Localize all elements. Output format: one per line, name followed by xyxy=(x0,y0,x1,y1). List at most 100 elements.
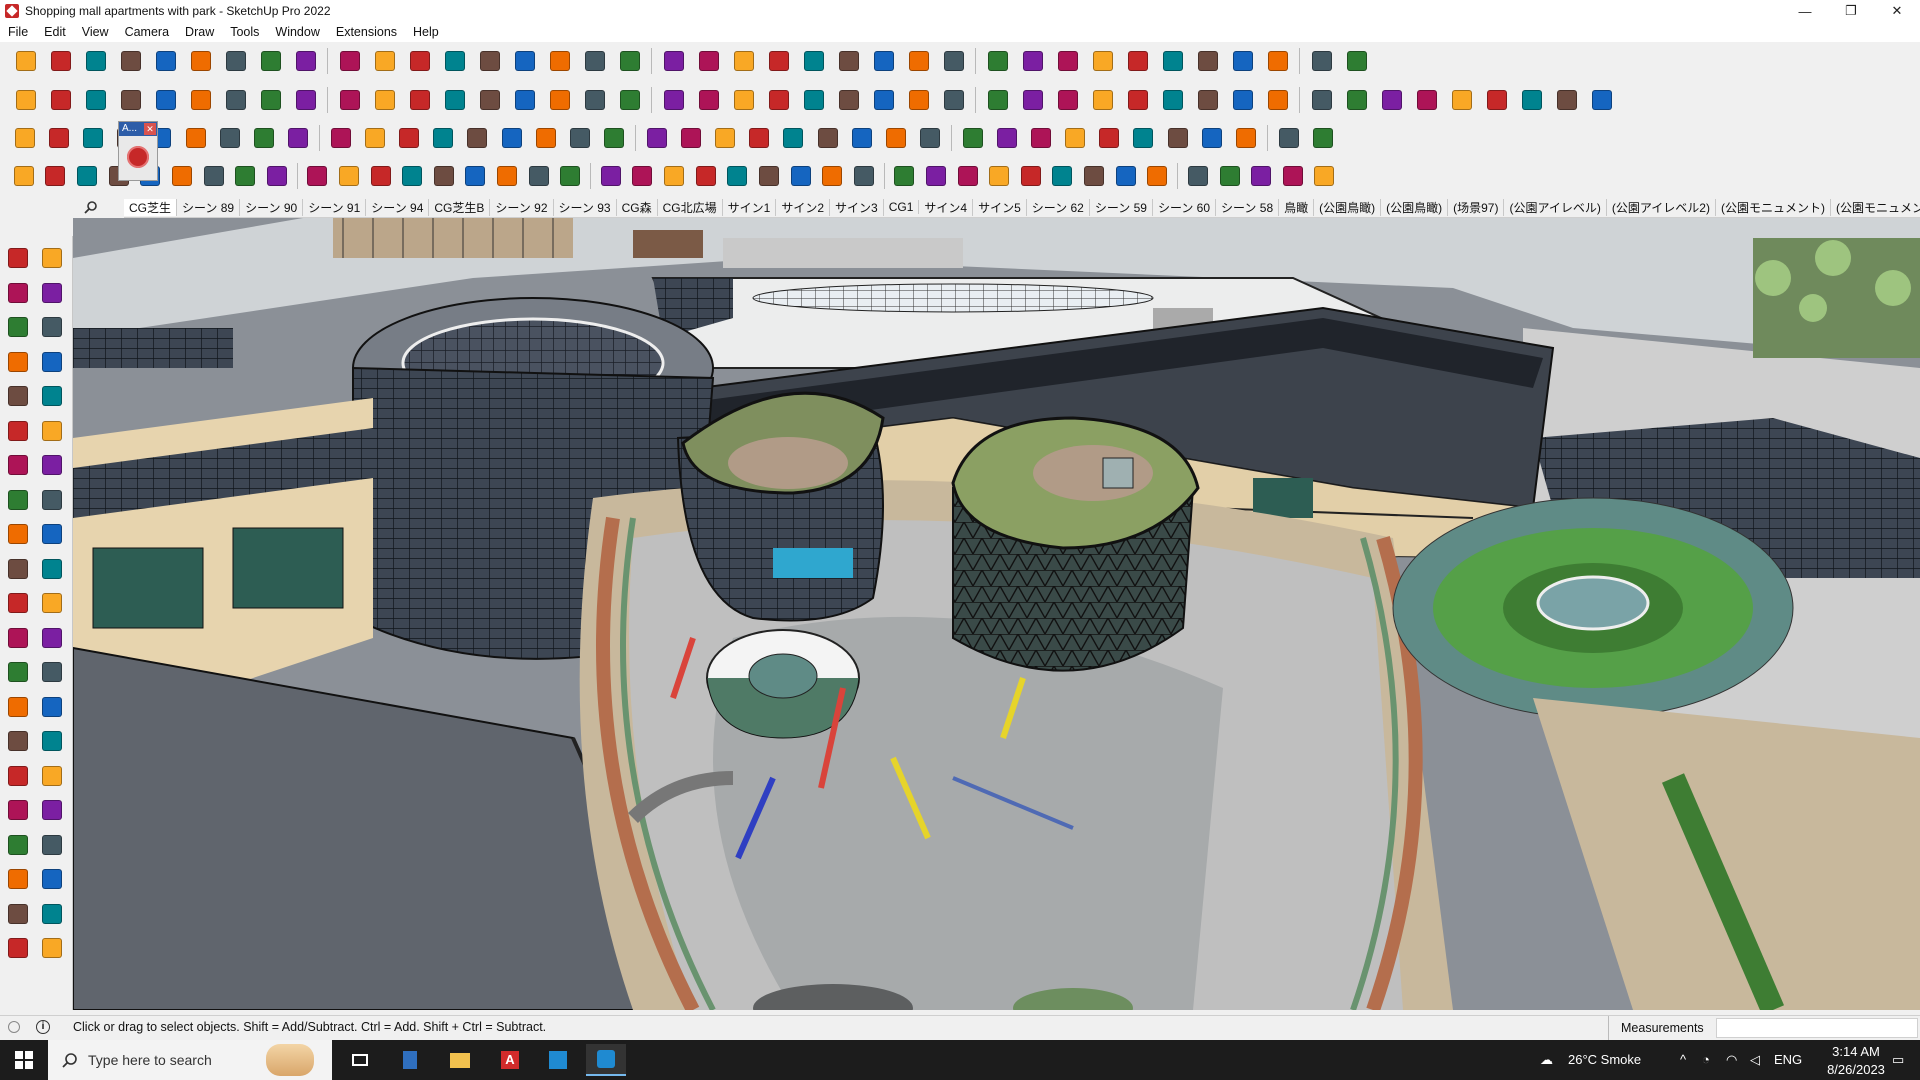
offset-icon[interactable] xyxy=(38,589,66,617)
brick2-icon[interactable] xyxy=(1411,84,1443,116)
start-button[interactable] xyxy=(0,1040,48,1080)
scene-tab[interactable]: サイン4 xyxy=(919,198,974,216)
circle-icon[interactable] xyxy=(4,417,32,445)
scene-tab[interactable]: シーン 91 xyxy=(303,198,367,216)
curve3-icon[interactable] xyxy=(493,160,522,192)
push-pull-icon[interactable] xyxy=(38,520,66,548)
spline-icon[interactable] xyxy=(41,160,70,192)
scene-tab[interactable]: シーン 90 xyxy=(240,198,304,216)
close-x-icon[interactable] xyxy=(1230,122,1261,154)
line2-icon[interactable] xyxy=(430,160,459,192)
paint-bucket-icon[interactable] xyxy=(614,45,646,77)
rectangle-icon[interactable] xyxy=(290,45,322,77)
grid-icon[interactable] xyxy=(282,122,313,154)
menu-help[interactable]: Help xyxy=(405,25,447,39)
arc-dropdown-icon[interactable] xyxy=(255,45,287,77)
leaf-icon[interactable] xyxy=(691,160,720,192)
shell-icon[interactable] xyxy=(231,160,260,192)
stair3-icon[interactable] xyxy=(786,160,815,192)
wifi-icon[interactable]: ◠ xyxy=(1726,1052,1737,1068)
ring-icon[interactable] xyxy=(676,122,707,154)
look-around-icon[interactable] xyxy=(38,831,66,859)
scene-tab[interactable]: CG芝生 xyxy=(124,198,178,216)
house3-icon[interactable] xyxy=(693,84,725,116)
volume-icon[interactable]: ◁ xyxy=(1750,1052,1760,1068)
hand2-icon[interactable] xyxy=(660,160,689,192)
panel-icon[interactable] xyxy=(325,122,356,154)
floating-panel-header[interactable]: A... ✕ xyxy=(119,122,157,136)
eraser-pink-icon[interactable] xyxy=(1341,84,1373,116)
sort-up-icon[interactable] xyxy=(1157,45,1189,77)
select-icon[interactable] xyxy=(4,244,32,272)
show-hidden-icons-icon[interactable]: ^ xyxy=(1680,1052,1686,1067)
minimize-button[interactable]: — xyxy=(1782,0,1828,22)
connector2-icon[interactable] xyxy=(428,122,459,154)
arrow-tool-icon[interactable] xyxy=(180,122,211,154)
scene-tab[interactable]: 鳥瞰 xyxy=(1279,198,1315,216)
arrow-down-icon[interactable] xyxy=(150,84,182,116)
3d-text-icon[interactable] xyxy=(38,693,66,721)
pattern2-icon[interactable] xyxy=(1094,122,1125,154)
face-yellow-icon[interactable] xyxy=(78,122,109,154)
curve-icon[interactable] xyxy=(404,84,436,116)
path-icon[interactable] xyxy=(10,160,39,192)
maximize-button[interactable]: ❐ xyxy=(1828,0,1874,22)
menu-extensions[interactable]: Extensions xyxy=(328,25,405,39)
sort-down-icon[interactable] xyxy=(1122,45,1154,77)
eraser-icon[interactable] xyxy=(115,45,147,77)
clock-date[interactable]: 8/26/2023 xyxy=(1816,1062,1896,1077)
polygon-icon[interactable] xyxy=(1017,84,1049,116)
fan-icon[interactable] xyxy=(524,160,553,192)
pattern-icon[interactable] xyxy=(1060,122,1091,154)
scale-icon[interactable] xyxy=(509,45,541,77)
circle-segment-icon[interactable] xyxy=(982,84,1014,116)
scene-tab[interactable]: シーン 58 xyxy=(1216,198,1280,216)
cage-icon[interactable] xyxy=(1184,160,1213,192)
component-icon[interactable] xyxy=(4,313,32,341)
rotated-rect-icon[interactable] xyxy=(38,382,66,410)
scene-tab[interactable]: シーン 59 xyxy=(1090,198,1153,216)
lasso-icon[interactable] xyxy=(1192,84,1224,116)
ring2-icon[interactable] xyxy=(710,122,741,154)
ruler-icon[interactable] xyxy=(903,84,935,116)
shape-icon[interactable] xyxy=(1087,84,1119,116)
select-icon[interactable] xyxy=(45,45,77,77)
undo-icon[interactable] xyxy=(1262,45,1294,77)
menu-file[interactable]: File xyxy=(0,25,36,39)
pattern5-icon[interactable] xyxy=(1196,122,1227,154)
dimension-icon[interactable] xyxy=(38,624,66,652)
wall-icon[interactable] xyxy=(439,84,471,116)
record-icon[interactable] xyxy=(119,136,157,178)
section-plane-icon[interactable] xyxy=(798,45,830,77)
copy2-icon[interactable] xyxy=(957,122,988,154)
curve2-icon[interactable] xyxy=(461,160,490,192)
solid-icon[interactable] xyxy=(45,84,77,116)
geo-location-icon[interactable] xyxy=(8,1021,20,1033)
arc2-icon[interactable] xyxy=(38,451,66,479)
profile-dropdown-icon[interactable] xyxy=(982,45,1014,77)
polyline-icon[interactable] xyxy=(1157,84,1189,116)
weather-text[interactable]: 26°C Smoke xyxy=(1568,1052,1641,1067)
fence-icon[interactable] xyxy=(628,160,657,192)
rebar-icon[interactable] xyxy=(199,160,228,192)
copy-icon[interactable] xyxy=(914,122,945,154)
scene-tab[interactable]: シーン 60 xyxy=(1153,198,1217,216)
ellipse-icon[interactable] xyxy=(1052,84,1084,116)
clock-time[interactable]: 3:14 AM xyxy=(1816,1044,1896,1059)
menu-window[interactable]: Window xyxy=(267,25,327,39)
orbit-icon[interactable] xyxy=(658,45,690,77)
rectangle-dropdown-icon[interactable] xyxy=(334,45,366,77)
network-icon[interactable]: ◔ xyxy=(1702,1052,1710,1067)
zoom-icon[interactable] xyxy=(4,762,32,790)
pattern4-icon[interactable] xyxy=(1162,122,1193,154)
arrow-orange2-icon[interactable] xyxy=(334,84,366,116)
scene-tab[interactable]: シーン 92 xyxy=(490,198,554,216)
cone-icon[interactable] xyxy=(564,122,595,154)
rotate-icon[interactable] xyxy=(474,45,506,77)
box-flat-icon[interactable] xyxy=(360,122,391,154)
follow-me-icon[interactable] xyxy=(38,555,66,583)
mesh2-icon[interactable] xyxy=(1080,160,1109,192)
stripe-icon[interactable] xyxy=(1143,160,1172,192)
acrobat-icon[interactable]: A xyxy=(490,1044,530,1076)
red-square-icon[interactable] xyxy=(248,122,279,154)
